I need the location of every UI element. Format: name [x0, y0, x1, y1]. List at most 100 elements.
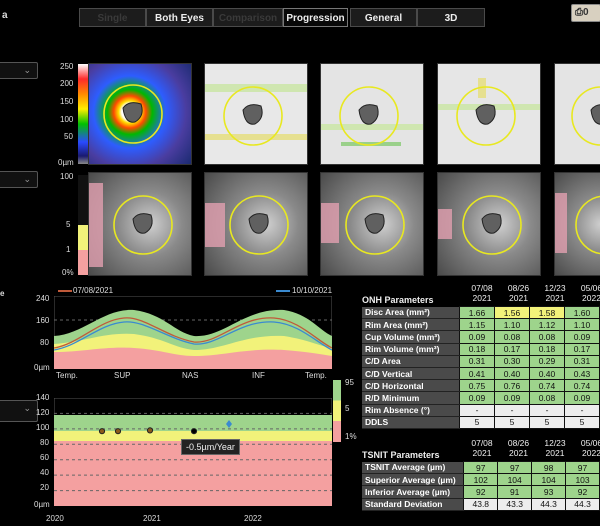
trend-data-point[interactable] [146, 427, 154, 434]
trend-data-point[interactable] [114, 428, 122, 435]
table-row: Disc Area (mm²) 1.66 1.56 1.58 1.60 [362, 305, 600, 320]
row-label: Disc Area (mm²) [362, 306, 460, 320]
left-dropdown-2[interactable]: ⌄ [0, 171, 38, 188]
row-label: Rim Absence (°) [362, 404, 460, 417]
table-cell: - [563, 403, 600, 417]
row-label: Rim Area (mm²) [362, 318, 460, 332]
table-row: Superior Average (µm) 102 104 104 103 [362, 473, 600, 487]
table-cell: 1.56 [493, 305, 530, 320]
tab-3d[interactable]: 3D [417, 8, 485, 27]
chevron-down-icon: ⌄ [23, 174, 31, 184]
thickness-change-map-2[interactable] [320, 63, 424, 165]
table-cell: 92 [463, 485, 499, 499]
trend-rate-label: -0.5µm/Year [181, 439, 240, 455]
trend-data-point[interactable] [98, 428, 106, 435]
thickness-change-map-1[interactable] [204, 63, 308, 165]
tsnit-chart [54, 296, 332, 369]
date-header: 07/08 2021 [465, 283, 499, 303]
date-header: 05/06 2022 [575, 283, 600, 303]
row-label: C/D Area [362, 355, 460, 368]
table-cell: 0.08 [493, 330, 530, 344]
tab-comparison[interactable]: Comparison [213, 8, 283, 27]
table-row: TSNIT Average (µm) 97 97 98 97 [362, 460, 600, 475]
prob-label-0: 0% [62, 268, 74, 277]
thickness-change-map-4[interactable] [554, 63, 600, 165]
scale-label-250: 250 [60, 62, 74, 71]
prob-label-1: 1 [66, 245, 71, 254]
tab-single[interactable]: Single [79, 8, 146, 27]
prob-label-5: 5 [66, 220, 71, 229]
tsnit-xlabel-sup: SUP [114, 371, 131, 380]
optic-disc-overlay [205, 195, 289, 255]
scale-label-200: 200 [60, 79, 74, 88]
table-cell: 0.09 [493, 391, 530, 405]
left-dropdown-3[interactable]: ⌄ [0, 400, 38, 422]
table-cell: 0.74 [563, 379, 600, 393]
table-cell: 0.75 [458, 379, 495, 393]
tab-general[interactable]: General [350, 8, 417, 27]
tab-both-eyes[interactable]: Both Eyes [146, 8, 213, 27]
table-cell: 0.08 [528, 330, 565, 344]
tsnit-ytick-80: 80 [40, 338, 49, 347]
chevron-down-icon: ⌄ [23, 403, 31, 413]
percentile-scale [333, 380, 341, 442]
fundus-image-5[interactable] [554, 172, 600, 276]
thickness-change-map-3[interactable] [437, 63, 541, 165]
percentile-label-95: 95 [345, 378, 354, 387]
print-button[interactable]: ⎙0 [571, 4, 600, 22]
table-cell: 0.29 [528, 354, 565, 368]
tsnit-xlabel-nas: NAS [182, 371, 199, 380]
table-cell: 44.3 [565, 497, 600, 511]
date-header: 07/08 2021 [465, 438, 499, 458]
table-cell: 0.18 [528, 342, 565, 356]
fundus-image-4[interactable] [437, 172, 541, 276]
date-header-day: 05/06 [580, 438, 600, 448]
date-header: 08/26 2021 [502, 283, 536, 303]
fundus-image-1[interactable] [88, 172, 192, 276]
trend-ytick-0: 0µm [34, 500, 50, 509]
table-cell: 0.40 [493, 366, 530, 381]
window-title: a [2, 10, 8, 21]
date-header: 05/06 2022 [575, 438, 600, 458]
table-cell: 43.8 [463, 497, 499, 511]
left-dropdown-1[interactable]: ⌄ [0, 62, 38, 79]
tsnit-xlabel-temp-left: Temp. [56, 371, 78, 380]
table-cell: 5 [458, 415, 495, 429]
fundus-image-2[interactable] [204, 172, 308, 276]
trend-data-point[interactable] [190, 428, 198, 435]
tab-progression[interactable]: Progression [283, 8, 348, 27]
date-header-day: 05/06 [580, 283, 600, 293]
table-cell: 0.74 [528, 379, 565, 393]
row-label: TSNIT Average (µm) [362, 461, 464, 475]
table-cell: 5 [563, 415, 600, 429]
row-label: Cup Volume (mm³) [362, 330, 460, 344]
table-row: C/D Area 0.31 0.30 0.29 0.31 [362, 354, 600, 368]
table-cell: 1.12 [528, 318, 565, 332]
trend-xlabel-2022: 2022 [244, 514, 262, 523]
table-cell: 0.17 [493, 342, 530, 356]
scale-label-0: 0µm [58, 158, 74, 167]
fundus-image-3[interactable] [320, 172, 424, 276]
table-cell: 1.60 [563, 305, 600, 320]
table-cell: 1.10 [493, 318, 530, 332]
row-label: Standard Deviation [362, 498, 464, 511]
row-label: Rim Volume (mm³) [362, 343, 460, 356]
thickness-map-baseline[interactable] [88, 63, 192, 165]
trend-xlabel-2020: 2020 [46, 514, 64, 523]
date-header-year: 2021 [472, 448, 492, 458]
tsnit-legend-line-left [58, 290, 72, 292]
row-label: DDLS [362, 416, 460, 429]
date-header: 08/26 2021 [502, 438, 536, 458]
date-header: 12/23 2021 [538, 438, 572, 458]
table-cell: 43.3 [497, 497, 533, 511]
table-cell: 0.09 [563, 330, 600, 344]
table-cell: - [458, 403, 495, 417]
trend-ytick-80: 80 [40, 438, 49, 447]
optic-disc-overlay [321, 195, 405, 255]
table-cell: - [493, 403, 530, 417]
table-cell: 1.15 [458, 318, 495, 332]
table-cell: 104 [531, 473, 567, 487]
table-cell: 0.18 [458, 342, 495, 356]
tsnit-xlabel-inf: INF [252, 371, 265, 380]
optic-disc-overlay [205, 84, 307, 146]
